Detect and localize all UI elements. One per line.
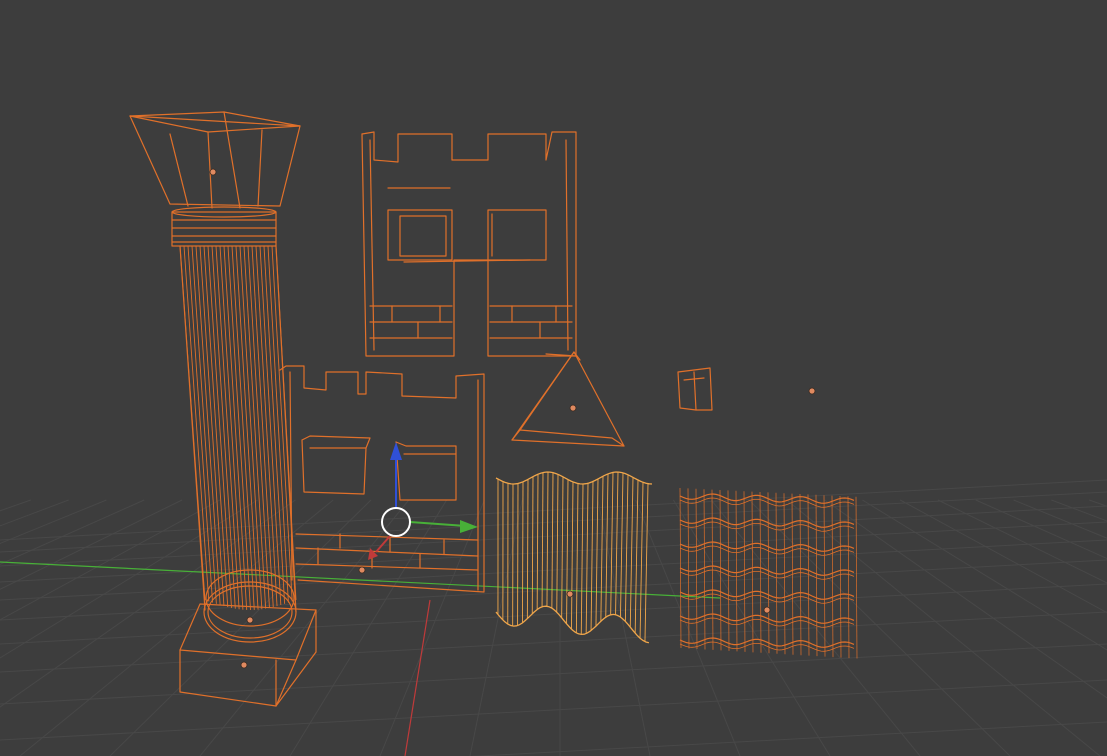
curtain-fold	[644, 483, 649, 642]
grid-line	[0, 643, 1107, 705]
shaft-flute	[195, 245, 221, 606]
gizmo-x-axis[interactable]	[409, 521, 467, 527]
roof-pyramid[interactable]	[511, 351, 625, 447]
tile-column	[783, 493, 786, 655]
grid-line	[862, 499, 1107, 651]
gizmo-z-arrow[interactable]	[390, 442, 402, 460]
tile-column	[703, 489, 706, 650]
tile-column	[727, 490, 730, 651]
tile-column	[823, 495, 826, 657]
tile-column	[743, 491, 746, 652]
object-origin-dot	[808, 387, 816, 395]
object-origin-dot	[246, 616, 254, 624]
curtain-fold	[571, 481, 574, 630]
grid-line	[0, 505, 1107, 567]
grid-line	[1089, 499, 1107, 507]
curtain-fold	[546, 471, 549, 607]
curtain-fold	[531, 476, 534, 614]
tile-column	[695, 488, 698, 649]
curtain-fold	[585, 483, 589, 634]
gizmo-y-arrow[interactable]	[368, 548, 378, 560]
curtain-fold	[556, 474, 559, 613]
grid-line	[0, 499, 107, 545]
curtain-fold	[600, 476, 604, 622]
gizmo-view-ring[interactable]	[381, 507, 411, 537]
curtain-fold	[590, 481, 594, 631]
grid-line	[470, 721, 1107, 756]
tile-column	[719, 489, 722, 651]
transform-gizmo[interactable]	[368, 442, 478, 560]
curtain-fold	[541, 472, 544, 607]
curtain-fold	[610, 472, 614, 615]
grid-line	[0, 611, 1107, 673]
object-origin-dot	[358, 566, 366, 574]
curtain-fold	[595, 478, 599, 627]
column-shaft[interactable]	[179, 245, 297, 643]
scene-canvas[interactable]	[0, 0, 1107, 756]
shaft-flute	[191, 245, 217, 604]
grid-line	[635, 499, 741, 756]
tile-column	[847, 496, 850, 659]
object-origin-dot	[240, 661, 248, 669]
tile-column	[831, 495, 834, 658]
curtain-fold	[561, 476, 564, 618]
tile-column	[855, 496, 858, 659]
column-capital[interactable]	[129, 111, 301, 247]
tile-column	[799, 493, 802, 656]
3d-viewport[interactable]	[0, 0, 1107, 756]
tile-column	[767, 492, 770, 654]
curtain-fold	[522, 481, 524, 623]
curtain-top-edge	[495, 471, 653, 485]
tile-column	[791, 493, 794, 655]
curtain-fold	[526, 479, 529, 619]
curtain-fold	[605, 473, 609, 618]
tile-column	[687, 488, 690, 649]
shaft-flute	[179, 245, 206, 601]
shaft-flute	[199, 245, 225, 607]
castle-wall-lower[interactable]	[279, 365, 485, 593]
object-origin-dot	[566, 590, 574, 598]
grid-line	[975, 499, 1107, 560]
curtain-panel[interactable]	[495, 471, 653, 644]
shaft-flute	[183, 245, 210, 602]
shaft-flute	[275, 245, 297, 601]
castle-wall-upper[interactable]	[361, 131, 577, 357]
y-axis-line	[404, 599, 431, 756]
grid-line	[899, 499, 1107, 614]
small-window[interactable]	[677, 367, 713, 411]
grid-line	[786, 499, 1101, 756]
object-origin-dot	[569, 404, 577, 412]
object-origin-dot	[763, 606, 771, 614]
curtain-fold	[620, 472, 624, 618]
grid-line	[1051, 499, 1107, 522]
curtain-fold	[551, 472, 554, 609]
tile-column	[759, 491, 762, 653]
grid-line	[1013, 499, 1107, 539]
grid-line	[0, 583, 1107, 645]
object-origin-dot	[209, 168, 217, 176]
shaft-flute	[263, 245, 286, 604]
grid-line	[937, 499, 1107, 584]
tile-column	[815, 494, 818, 657]
curtain-fold	[580, 483, 584, 635]
curtain-fold	[629, 477, 634, 628]
floor-grid	[0, 479, 1107, 756]
tile-column	[735, 490, 738, 652]
grid-line	[824, 499, 1107, 699]
curtain-fold	[575, 483, 579, 633]
